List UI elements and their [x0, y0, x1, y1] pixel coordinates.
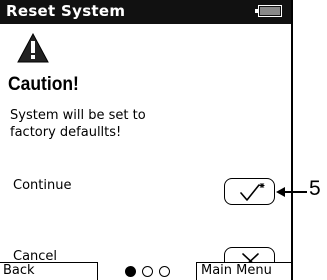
battery-icon	[255, 5, 282, 17]
back-softkey[interactable]: Back	[0, 262, 98, 280]
caution-heading: Caution!	[8, 74, 79, 95]
title-bar: Reset System	[0, 0, 291, 24]
screen-title: Reset System	[6, 2, 126, 20]
callout-arrow-icon	[276, 187, 285, 197]
continue-button[interactable]	[224, 178, 275, 205]
main-menu-softkey[interactable]: Main Menu	[196, 262, 293, 280]
page-dot-2	[142, 266, 153, 277]
alert-message: System will be set to factory defaullts!	[10, 107, 210, 141]
callout-number: 5	[309, 177, 321, 200]
device-screen: Reset System Caution! System will be set…	[0, 0, 293, 280]
page-dot-1	[125, 266, 136, 277]
page-indicator	[125, 266, 183, 278]
message-line-2: factory defaullts!	[10, 125, 122, 140]
continue-label: Continue	[13, 178, 72, 193]
battery-level	[260, 7, 280, 15]
warning-triangle-icon	[17, 33, 49, 63]
page-dot-3	[159, 266, 170, 277]
checkmark-icon	[240, 183, 265, 201]
message-line-1: System will be set to	[10, 108, 146, 123]
softkey-bar: Back Main Menu	[0, 262, 293, 280]
